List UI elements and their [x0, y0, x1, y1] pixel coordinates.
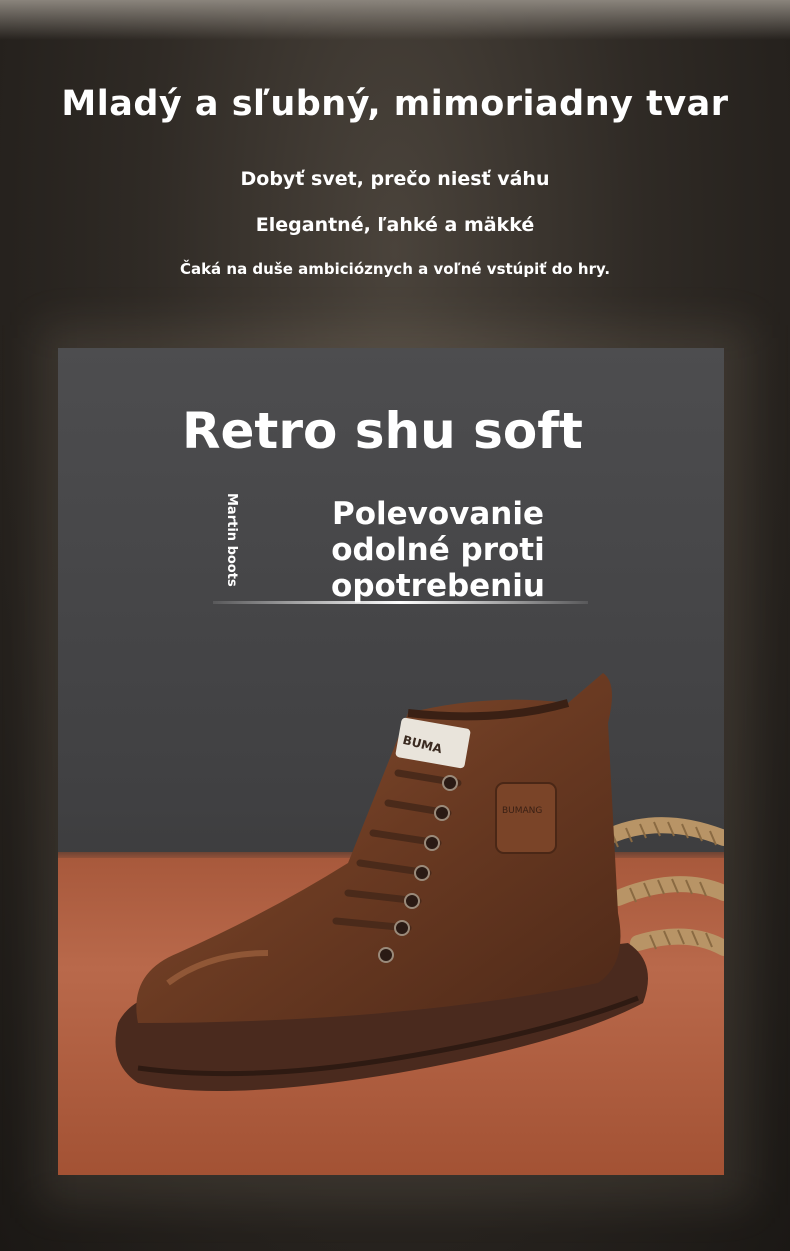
tagline-2: Elegantné, ľahké a mäkké [255, 214, 535, 236]
product-subhead: Polevovanie odolné proti opotrebeniu [331, 496, 545, 604]
decorative-underline [213, 601, 588, 604]
boot-illustration: BUMA BUMANG [115, 673, 648, 1091]
martin-boots-tag: Martin boots [224, 493, 239, 587]
tagline-1: Dobyť svet, prečo niesť váhu [240, 168, 550, 190]
product-title: Retro shu soft [182, 402, 583, 460]
top-glow [0, 0, 790, 40]
tagline-3: Čaká na duše ambicióznych a voľné vstúpi… [179, 260, 611, 278]
page-headline: Mladý a sľubný, mimoriadny tvar [61, 84, 729, 124]
product-photo: BUMA BUMANG Retro shu soft Martin boots … [58, 348, 724, 1175]
patch-label: BUMANG [502, 806, 542, 816]
